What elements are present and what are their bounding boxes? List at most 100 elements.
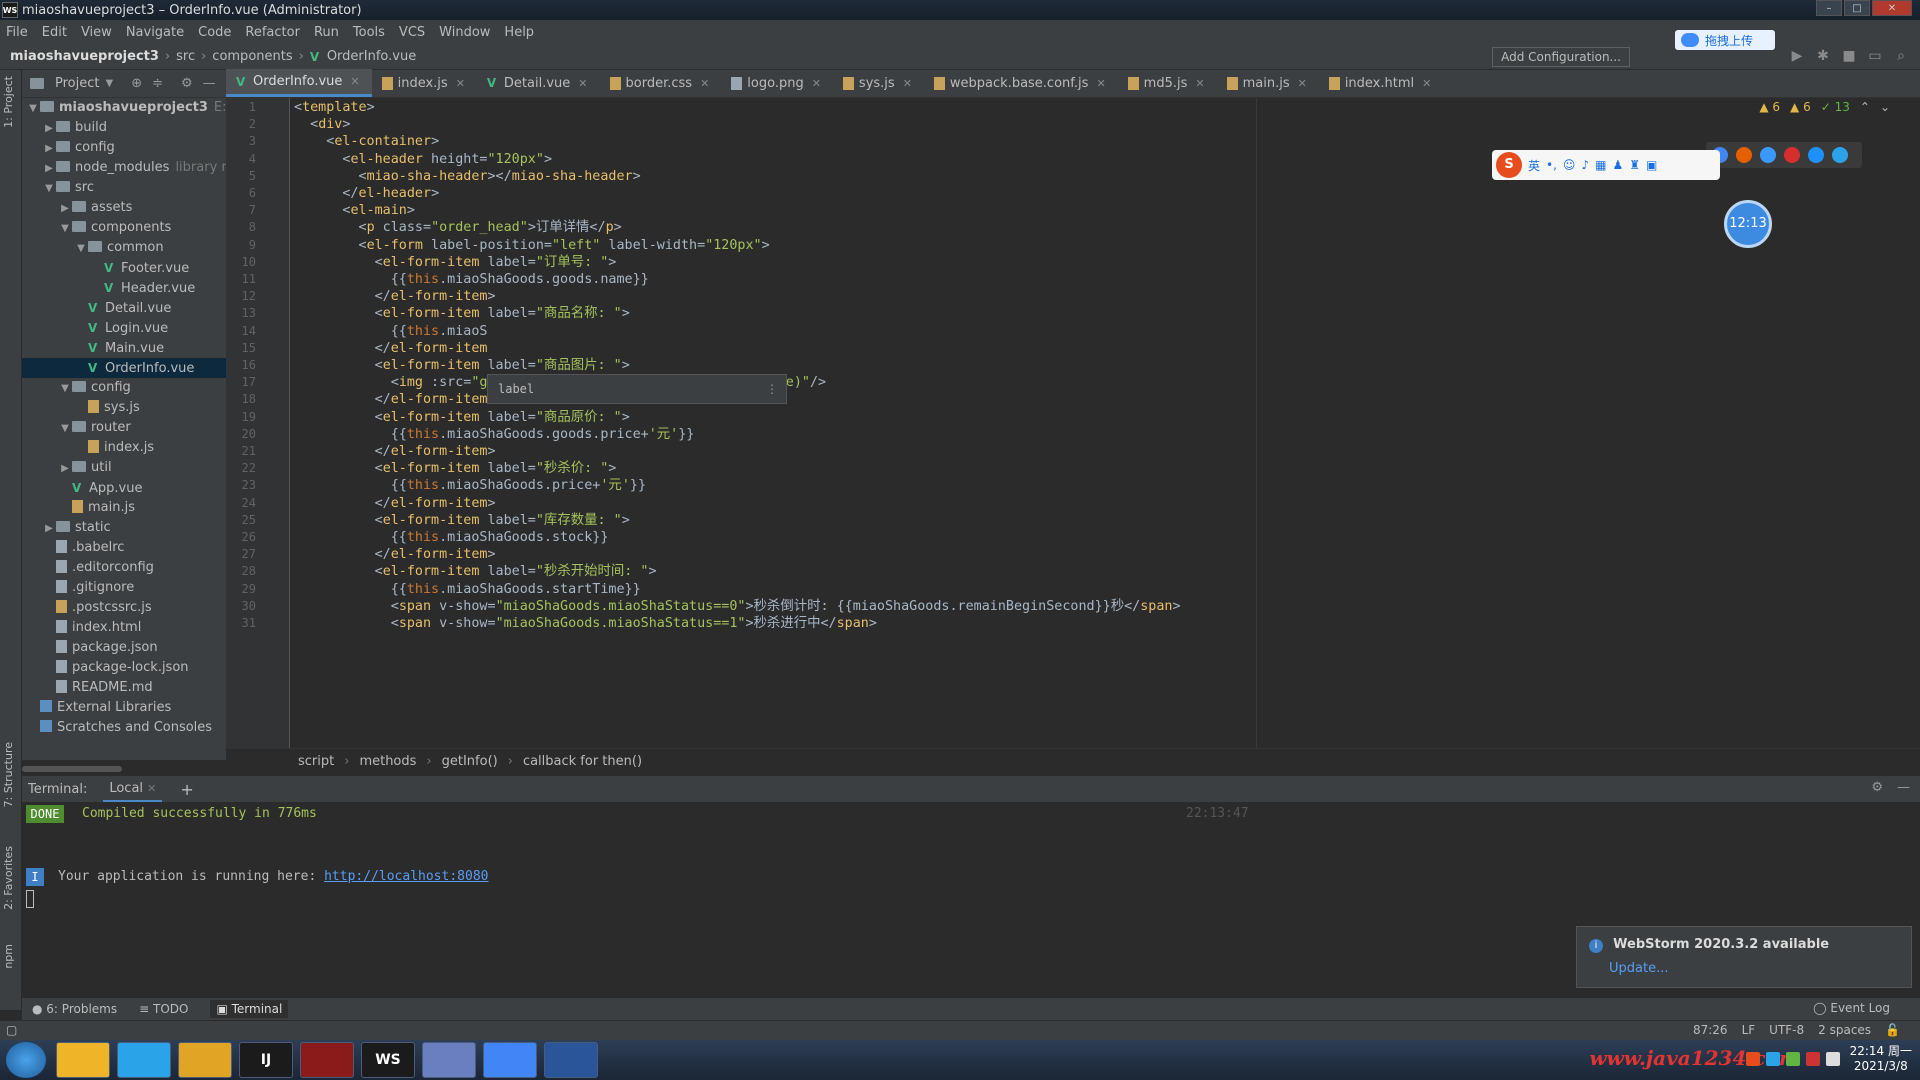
tree-item[interactable]: V Footer.vue [22,258,226,278]
safari-icon[interactable] [1760,147,1776,163]
tree-item[interactable]: .babelrc [22,538,226,558]
editor-breadcrumb-item[interactable]: callback for then() [523,754,642,769]
code-editor[interactable]: <template> <div> <el-container> <el-head… [290,98,1920,748]
tree-item[interactable]: index.js [22,438,226,458]
taskbar-app-icon[interactable] [544,1042,598,1078]
breadcrumb-components[interactable]: components [212,49,292,64]
close-icon[interactable]: ✕ [1195,77,1204,90]
more-options-icon[interactable]: ⋮ [766,375,778,403]
toolbox-icon[interactable]: ▣ [1646,158,1657,172]
update-link[interactable]: Update... [1609,961,1899,976]
tree-item[interactable]: ▶ static [22,518,226,538]
tree-item[interactable]: ▶ build [22,118,226,138]
tree-item[interactable]: .editorconfig [22,558,226,578]
chevron-right-icon[interactable]: ▶ [42,119,56,139]
taskbar-app-icon[interactable] [117,1042,171,1078]
security-tray-icon[interactable] [1785,1052,1800,1066]
sogou-logo-icon[interactable]: S [1496,152,1522,178]
editor-tab[interactable]: main.js ✕ [1217,69,1319,97]
start-button-icon[interactable] [6,1042,46,1078]
search-icon[interactable]: ⌕ [1892,48,1910,66]
chevron-down-icon[interactable]: ▼ [58,219,72,239]
menu-item-help[interactable]: Help [504,25,534,40]
menu-item-navigate[interactable]: Navigate [126,25,184,40]
locate-icon[interactable]: ⊕ [131,76,142,91]
close-icon[interactable]: ✕ [1096,77,1105,90]
localhost-link[interactable]: http://localhost:8080 [324,869,488,884]
chevron-down-icon[interactable]: ▼ [58,379,72,399]
debug-icon[interactable]: ✱ [1814,48,1832,66]
taskbar-app-icon[interactable]: IJ [239,1042,293,1078]
tree-item[interactable]: V OrderInfo.vue [22,358,226,378]
taskbar-clock[interactable]: 22:14 周一 2021/3/8 [1850,1044,1912,1074]
breadcrumb-src[interactable]: src [176,49,195,64]
taskbar-app-icon[interactable] [300,1042,354,1078]
editor-breadcrumb-item[interactable]: getInfo() [442,754,498,769]
taskbar-app-icon[interactable] [483,1042,537,1078]
chevron-down-icon[interactable]: ⌄ [1880,100,1890,114]
close-icon[interactable]: ✕ [903,77,912,90]
user-icon[interactable]: ♟ [1612,158,1623,172]
tree-item[interactable]: V Header.vue [22,278,226,298]
close-icon[interactable]: ✕ [147,782,156,795]
taskbar-app-icon[interactable] [178,1042,232,1078]
keyboard-icon[interactable]: ▦ [1595,158,1606,172]
file-encoding[interactable]: UTF-8 [1769,1023,1804,1037]
tree-item[interactable]: main.js [22,498,226,518]
editor-tab[interactable]: sys.js ✕ [833,69,924,97]
project-horizontal-scrollbar[interactable] [22,766,122,772]
close-icon[interactable]: ✕ [1298,77,1307,90]
close-icon[interactable]: ✕ [578,77,587,90]
tree-item[interactable]: External Libraries [22,698,226,718]
menu-item-edit[interactable]: Edit [42,25,67,40]
close-icon[interactable]: ✕ [456,77,465,90]
editor-tab[interactable]: logo.png ✕ [721,69,833,97]
tree-item[interactable]: V App.vue [22,478,226,498]
editor-tab[interactable]: md5.js ✕ [1118,69,1217,97]
menu-item-run[interactable]: Run [314,25,339,40]
minimize-icon[interactable]: – [1816,0,1842,16]
problems-tool-button[interactable]: ● 6: Problems [32,1002,117,1016]
tree-item[interactable]: V Main.vue [22,338,226,358]
hide-panel-icon[interactable]: — [203,76,216,91]
chevron-down-icon[interactable]: ▼ [105,78,113,89]
tree-item[interactable]: package-lock.json [22,658,226,678]
tree-item[interactable]: ▶ config [22,138,226,158]
tree-item[interactable]: .gitignore [22,578,226,598]
tree-item[interactable]: README.md [22,678,226,698]
microphone-icon[interactable]: ♪ [1581,158,1589,172]
taskbar-app-icon[interactable] [56,1042,110,1078]
menu-item-view[interactable]: View [81,25,112,40]
skin-icon[interactable]: ♜ [1629,158,1640,172]
chevron-down-icon[interactable]: ▼ [26,99,40,119]
line-separator[interactable]: LF [1742,1023,1756,1037]
close-icon[interactable]: ✕ [1422,77,1431,90]
menu-item-window[interactable]: Window [439,25,490,40]
edge-icon[interactable] [1832,147,1848,163]
chevron-up-icon[interactable]: ⌃ [1860,100,1870,114]
sogou-lang-toggle[interactable]: 英 [1528,157,1540,174]
chevron-right-icon[interactable]: ▶ [42,159,56,179]
tree-item[interactable]: ▼ common [22,238,226,258]
tree-item[interactable]: index.html [22,618,226,638]
upload-widget[interactable]: 拖拽上传 [1675,30,1775,50]
maximize-icon[interactable]: □ [1844,0,1870,16]
code-line[interactable]: <span v-show="miaoShaGoods.miaoShaStatus… [294,613,877,634]
tree-item[interactable]: ▶ assets [22,198,226,218]
tree-item[interactable]: ▶ util [22,458,226,478]
tree-item[interactable]: Scratches and Consoles [22,718,226,738]
stop-icon[interactable]: ■ [1840,48,1858,66]
menu-item-refactor[interactable]: Refactor [245,25,300,40]
editor-tab[interactable]: border.css ✕ [600,69,722,97]
tree-item[interactable]: V Detail.vue [22,298,226,318]
favorites-tool-button[interactable]: 2: Favorites [2,846,15,910]
chevron-down-icon[interactable]: ▼ [42,179,56,199]
editor-tab[interactable]: index.html ✕ [1319,69,1444,97]
taskbar-app-icon[interactable]: WS [361,1042,415,1078]
breadcrumb-project[interactable]: miaoshavueproject3 [10,49,159,64]
emoji-icon[interactable]: ☺ [1563,158,1576,172]
tree-item[interactable]: .postcssrc.js [22,598,226,618]
chevron-down-icon[interactable]: ▼ [58,419,72,439]
tree-item[interactable]: ▼ config [22,378,226,398]
gear-icon[interactable]: ⚙ [181,76,193,91]
